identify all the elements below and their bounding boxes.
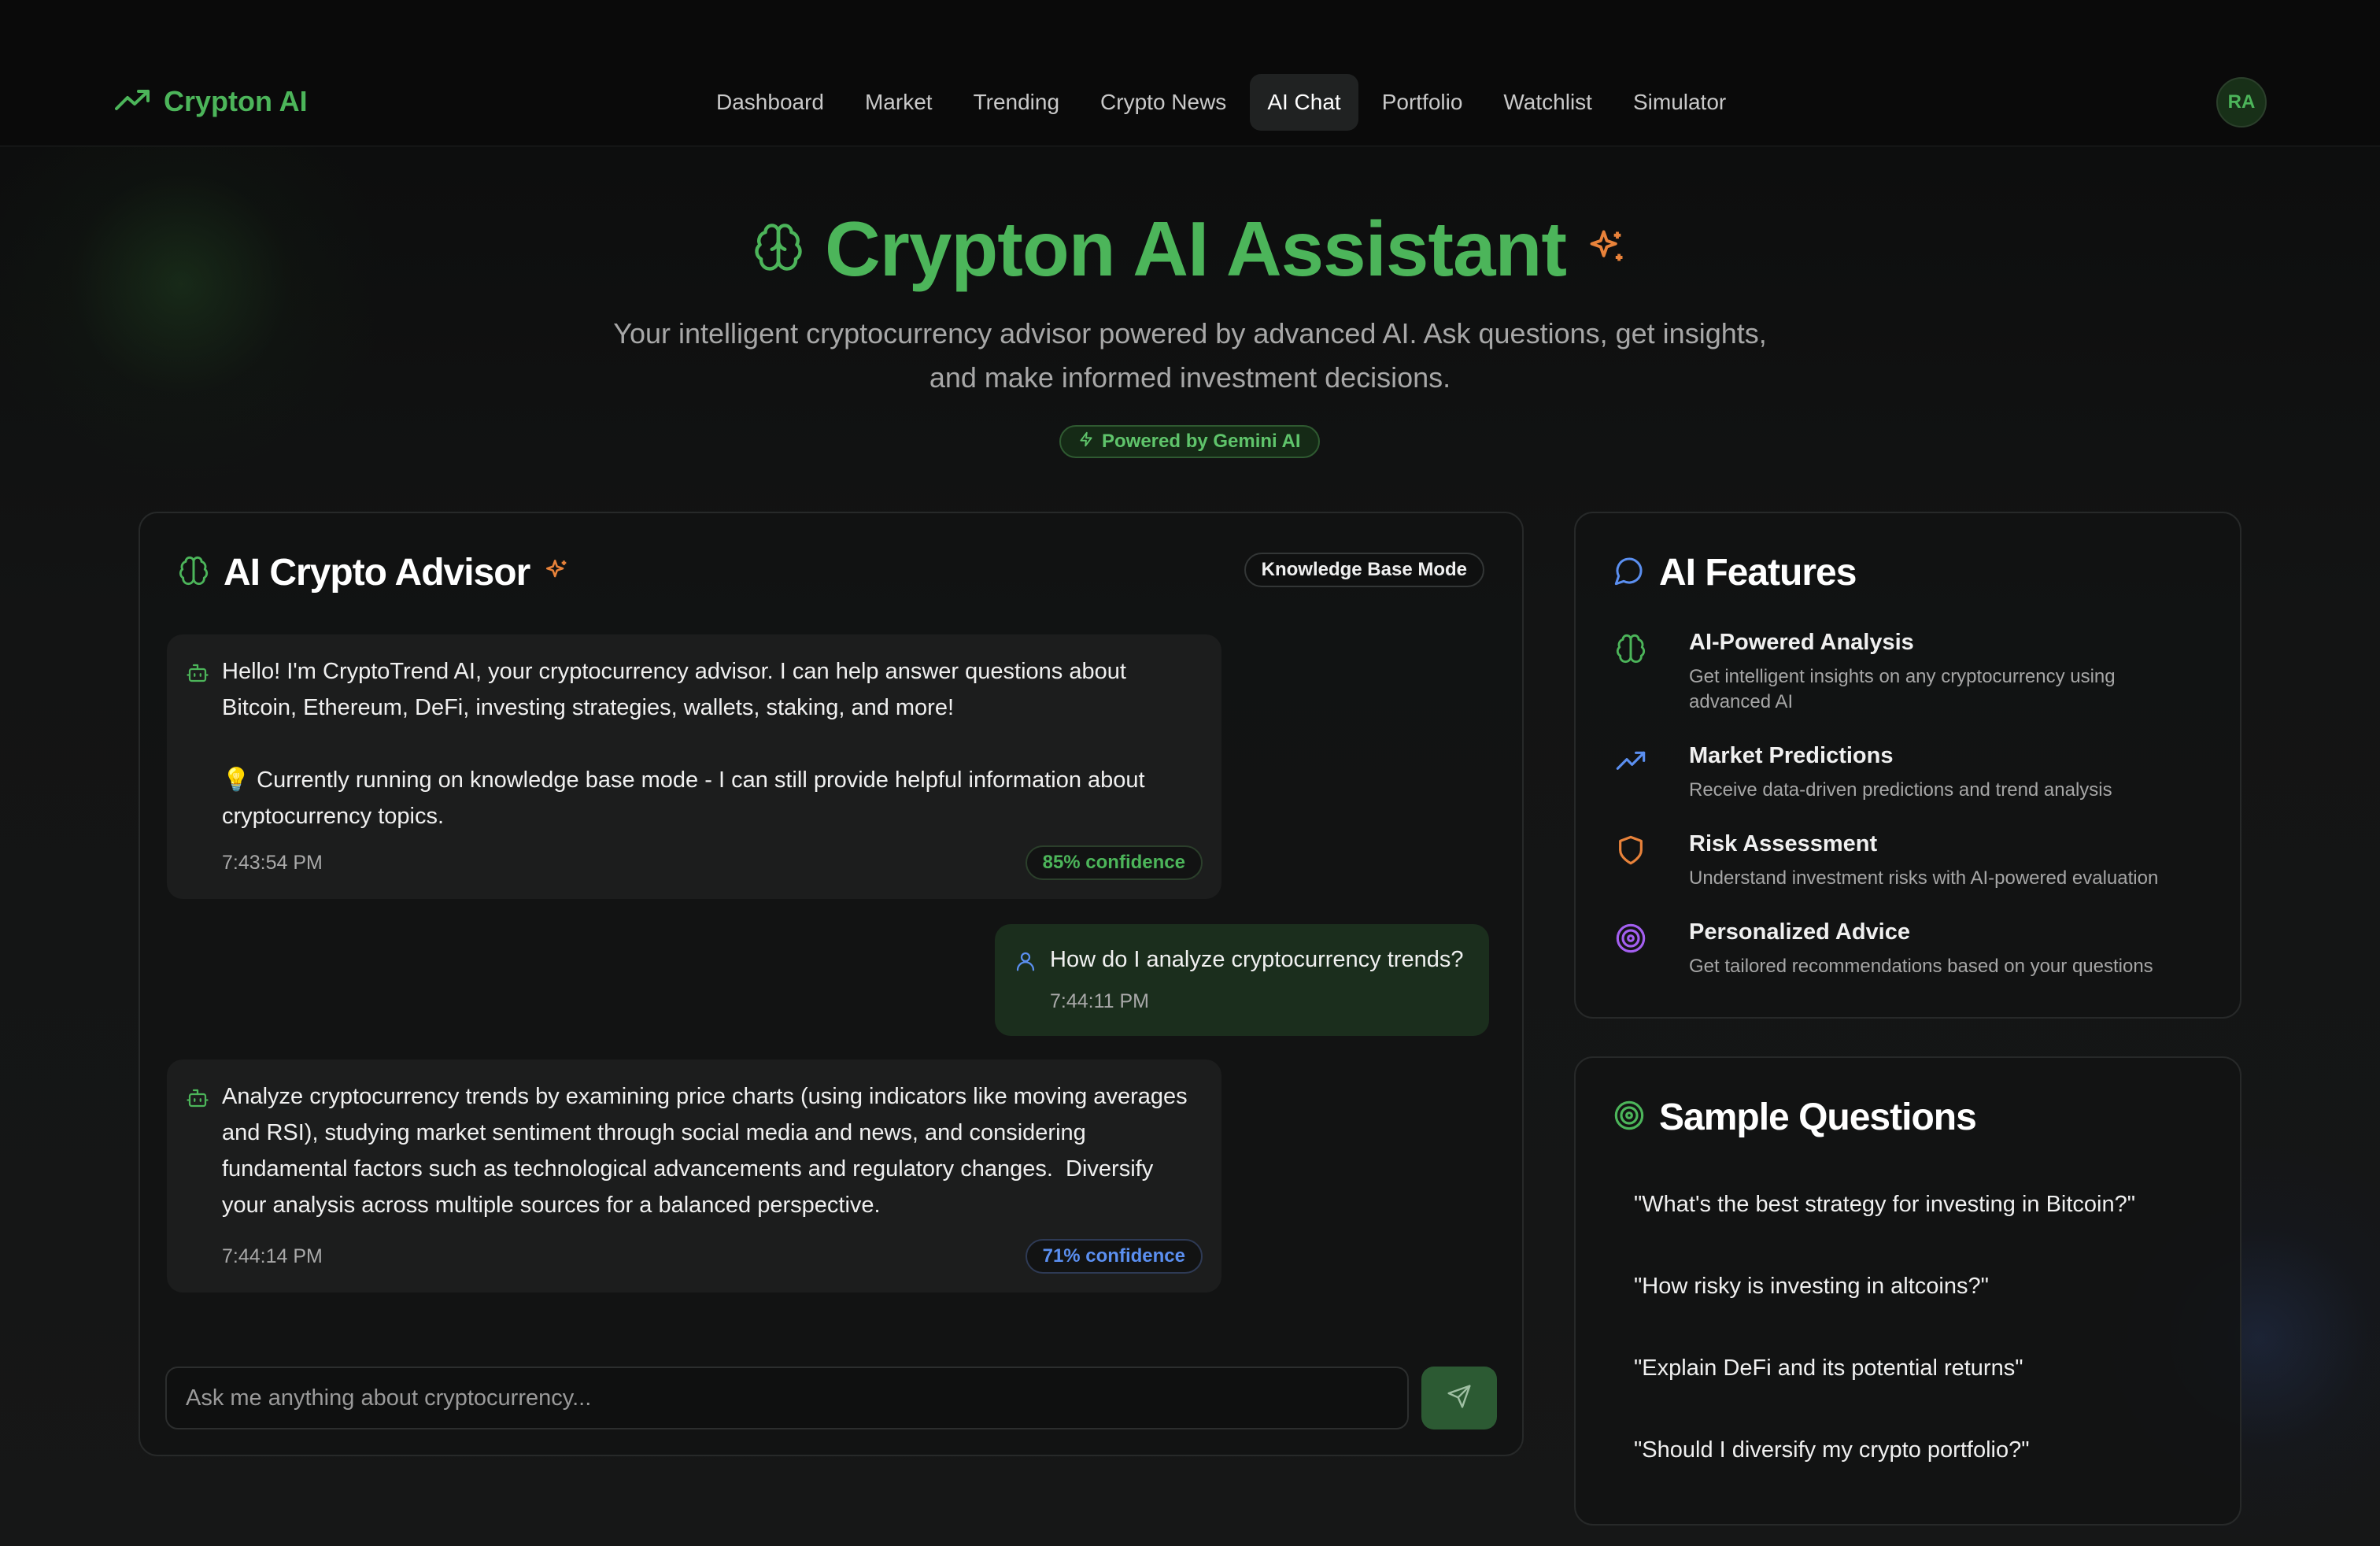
sample-question[interactable]: "How risky is investing in altcoins?" bbox=[1634, 1274, 1989, 1300]
bot-icon bbox=[186, 661, 209, 689]
feature-title: Personalized Advice bbox=[1689, 919, 1910, 945]
sample-question[interactable]: "Explain DeFi and its potential returns" bbox=[1634, 1356, 2023, 1381]
samples-header: Sample Questions bbox=[1613, 1096, 1977, 1139]
nav-item-crypto-news[interactable]: Crypto News bbox=[1083, 74, 1244, 131]
sparkles-icon bbox=[1587, 227, 1628, 272]
page-header: Crypton AI Assistant bbox=[0, 205, 2380, 294]
feature-desc: Understand investment risks with AI-powe… bbox=[1689, 867, 2159, 889]
shield-icon bbox=[1615, 834, 1646, 870]
feature-desc: Receive data-driven predictions and tren… bbox=[1689, 779, 2112, 801]
brand-name: Crypton AI bbox=[164, 85, 308, 117]
message-text: Analyze cryptocurrency trends by examini… bbox=[222, 1084, 1188, 1218]
target-icon bbox=[1613, 1100, 1645, 1135]
chat-panel: AI Crypto Advisor Knowledge Base Mode He… bbox=[139, 512, 1524, 1456]
confidence-badge: 71% confidence bbox=[1025, 1239, 1203, 1274]
feature-title: Risk Assessment bbox=[1689, 831, 1878, 856]
nav-item-market[interactable]: Market bbox=[848, 74, 950, 131]
brand-logo[interactable]: Crypton AI bbox=[115, 85, 308, 118]
target-icon bbox=[1615, 923, 1646, 958]
brain-icon bbox=[178, 555, 209, 590]
brain-icon bbox=[1615, 633, 1646, 668]
confidence-badge: 85% confidence bbox=[1025, 845, 1203, 880]
features-header: AI Features bbox=[1613, 551, 1857, 594]
message-time: 7:44:14 PM bbox=[222, 1245, 323, 1267]
nav-item-simulator[interactable]: Simulator bbox=[1616, 74, 1743, 131]
user-message: How do I analyze cryptocurrency trends? … bbox=[995, 924, 1489, 1036]
mode-badge: Knowledge Base Mode bbox=[1244, 553, 1484, 587]
brain-icon bbox=[752, 221, 804, 277]
feature-desc: Get tailored recommendations based on yo… bbox=[1689, 956, 2153, 977]
nav-item-dashboard[interactable]: Dashboard bbox=[699, 74, 841, 131]
trending-up-icon bbox=[1615, 746, 1646, 782]
sample-question[interactable]: "What's the best strategy for investing … bbox=[1634, 1192, 2135, 1218]
features-title: AI Features bbox=[1659, 552, 1857, 594]
lightning-icon bbox=[1078, 431, 1094, 453]
chat-header: AI Crypto Advisor bbox=[178, 551, 571, 594]
feature-title: Market Predictions bbox=[1689, 743, 1894, 768]
sparkles-icon bbox=[544, 557, 571, 588]
powered-by-badge: Powered by Gemini AI bbox=[1059, 425, 1320, 458]
user-avatar[interactable]: RA bbox=[2216, 77, 2267, 128]
send-icon bbox=[1447, 1384, 1472, 1413]
chat-title: AI Crypto Advisor bbox=[224, 552, 530, 594]
features-panel: AI Features AI-Powered Analysis Get inte… bbox=[1574, 512, 2241, 1019]
page-subtitle: Your intelligent cryptocurrency advisor … bbox=[613, 317, 1767, 394]
nav-item-ai-chat[interactable]: AI Chat bbox=[1250, 74, 1358, 131]
nav-item-watchlist[interactable]: Watchlist bbox=[1486, 74, 1609, 131]
feature-title: AI-Powered Analysis bbox=[1689, 630, 1914, 655]
samples-title: Sample Questions bbox=[1659, 1097, 1977, 1138]
send-button[interactable] bbox=[1421, 1367, 1497, 1429]
bot-icon bbox=[186, 1086, 209, 1114]
message-time: 7:44:11 PM bbox=[1050, 990, 1150, 1012]
user-icon bbox=[1014, 949, 1037, 977]
page-title: Crypton AI Assistant bbox=[825, 205, 1567, 292]
sample-questions-panel: Sample Questions "What's the best strate… bbox=[1574, 1056, 2241, 1526]
top-navbar: Crypton AI Dashboard Market Trending Cry… bbox=[0, 0, 2380, 146]
nav-item-portfolio[interactable]: Portfolio bbox=[1365, 74, 1480, 131]
nav-item-trending[interactable]: Trending bbox=[956, 74, 1077, 131]
message-text: Hello! I'm CryptoTrend AI, your cryptocu… bbox=[222, 659, 1145, 829]
feature-desc: Get intelligent insights on any cryptocu… bbox=[1689, 666, 2116, 712]
chat-bubble-icon bbox=[1613, 555, 1645, 590]
message-time: 7:43:54 PM bbox=[222, 852, 323, 874]
main-nav: Dashboard Market Trending Crypto News AI… bbox=[699, 74, 1743, 131]
trending-up-icon bbox=[115, 88, 151, 116]
assistant-message: Hello! I'm CryptoTrend AI, your cryptocu… bbox=[167, 634, 1221, 899]
message-text: How do I analyze cryptocurrency trends? bbox=[1050, 947, 1464, 972]
assistant-message: Analyze cryptocurrency trends by examini… bbox=[167, 1060, 1221, 1293]
chat-input[interactable]: Ask me anything about cryptocurrency... bbox=[165, 1367, 1409, 1429]
sample-question[interactable]: "Should I diversify my crypto portfolio?… bbox=[1634, 1437, 2030, 1463]
